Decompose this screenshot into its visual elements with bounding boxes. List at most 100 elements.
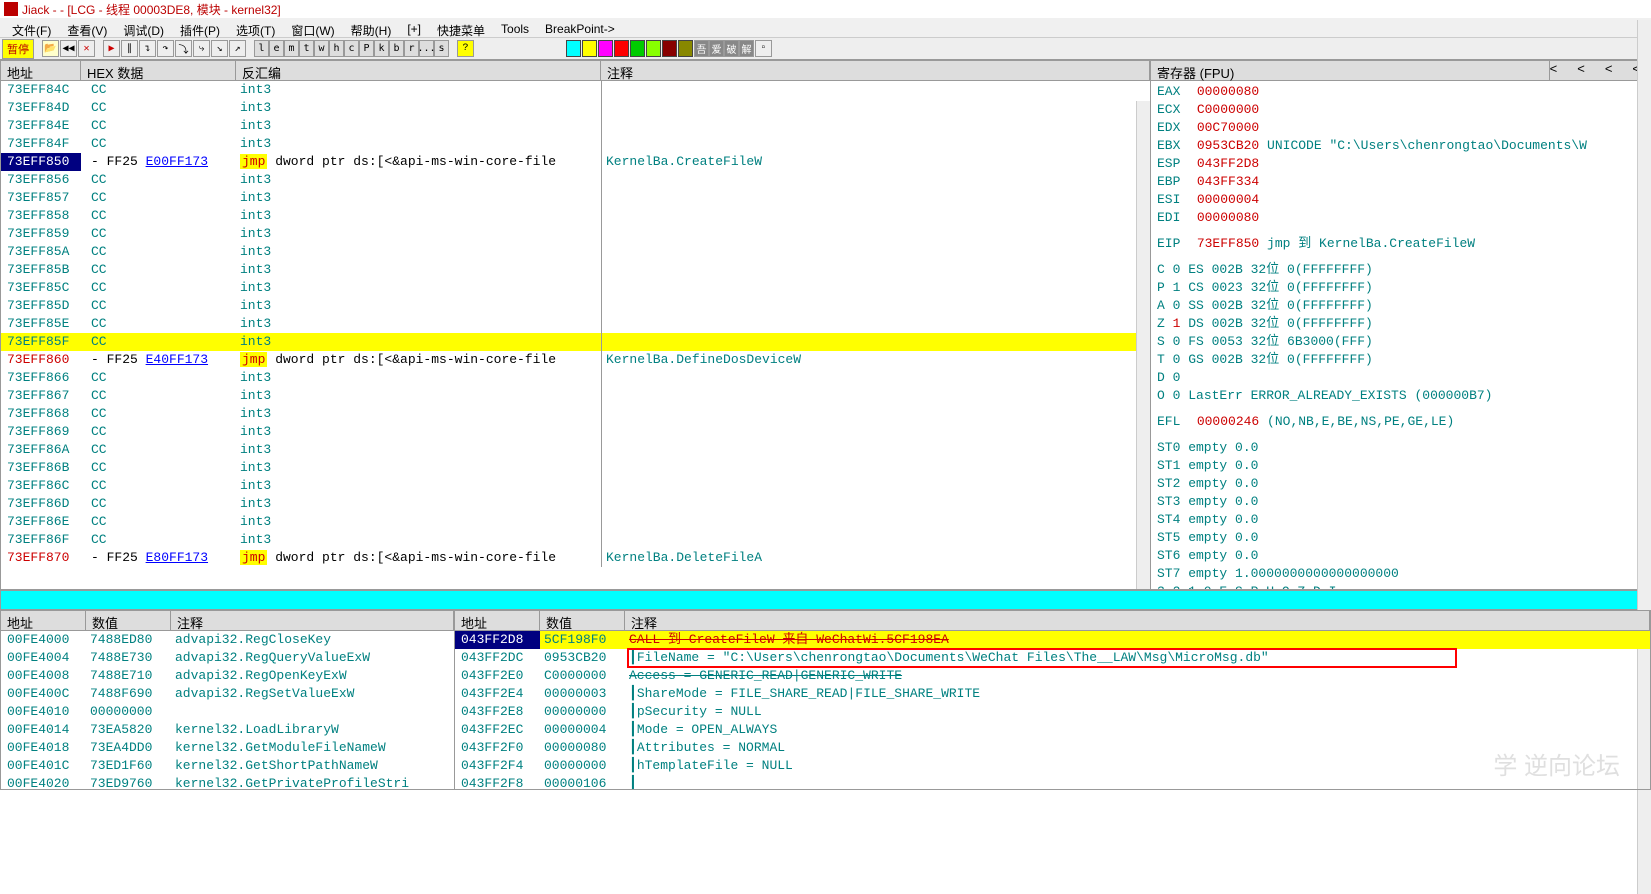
cpu-row[interactable]: 73EFF858 CCint3 xyxy=(1,207,1150,225)
fpu-st7[interactable]: ST7 empty 1.0000000000000000000 xyxy=(1157,565,1644,583)
reg-ebp[interactable]: EBP 043FF334 xyxy=(1157,173,1644,191)
trace-into-icon[interactable]: ⤵ xyxy=(175,40,192,57)
cpu-row[interactable]: 73EFF867 CCint3 xyxy=(1,387,1150,405)
stack-row[interactable]: 043FF2EC00000004┃Mode = OPEN_ALWAYS xyxy=(455,721,1650,739)
fpu-st2[interactable]: ST2 empty 0.0 xyxy=(1157,475,1644,493)
stack-body[interactable]: 043FF2D85CF198F0CALL 到 CreateFileW 来自 We… xyxy=(455,631,1650,789)
reg-ebx[interactable]: EBX 0953CB20 UNICODE "C:\Users\chenrongt… xyxy=(1157,137,1644,155)
cpu-col-hex[interactable]: HEX 数据 xyxy=(81,61,236,80)
stack-col-addr[interactable]: 地址 xyxy=(455,611,540,630)
dump-col-cmt[interactable]: 注释 xyxy=(171,611,454,630)
window-btn-...[interactable]: ... xyxy=(419,40,434,57)
scrollbar[interactable] xyxy=(1136,101,1150,589)
window-btn-b[interactable]: b xyxy=(389,40,404,57)
menu-item-9[interactable]: Tools xyxy=(493,20,537,35)
reg-edx[interactable]: EDX 00C70000 xyxy=(1157,119,1644,137)
step-into-icon[interactable]: ↴ xyxy=(139,40,156,57)
stack-col-cmt[interactable]: 注释 xyxy=(625,611,1650,630)
cpu-row[interactable]: 73EFF86C CCint3 xyxy=(1,477,1150,495)
window-btn-w[interactable]: w xyxy=(314,40,329,57)
dump-row[interactable]: 00FE400C7488F690advapi32.RegSetValueExW xyxy=(1,685,454,703)
flag-D[interactable]: D 0 xyxy=(1157,369,1644,387)
dump-body[interactable]: 00FE40007488ED80advapi32.RegCloseKey 00FE… xyxy=(1,631,454,789)
fpu-st1[interactable]: ST1 empty 0.0 xyxy=(1157,457,1644,475)
stack-row[interactable]: 043FF2F800000106┃ xyxy=(455,775,1650,789)
cpu-body[interactable]: 73EFF84C CCint373EFF84D CCint373EFF84E C… xyxy=(1,81,1150,589)
cpu-col-addr[interactable]: 地址 xyxy=(1,61,81,80)
cpu-col-cmt[interactable]: 注释 xyxy=(601,61,1150,80)
flag-S[interactable]: S 0 FS 0053 32位 6B3000(FFF) xyxy=(1157,333,1644,351)
dump-row[interactable]: 00FE40007488ED80advapi32.RegCloseKey xyxy=(1,631,454,649)
fpu-st3[interactable]: ST3 empty 0.0 xyxy=(1157,493,1644,511)
step-out-icon[interactable]: ↗ xyxy=(229,40,246,57)
color-cyan-icon[interactable] xyxy=(566,40,581,57)
reg-eip[interactable]: EIP 73EFF850 jmp 到 KernelBa.CreateFileW xyxy=(1157,235,1644,253)
cpu-row[interactable]: 73EFF856 CCint3 xyxy=(1,171,1150,189)
cpu-row[interactable]: 73EFF868 CCint3 xyxy=(1,405,1150,423)
stack-row[interactable]: 043FF2E0C0000000Access = GENERIC_READ|GE… xyxy=(455,667,1650,685)
cpu-row[interactable]: 73EFF85F CCint3 xyxy=(1,333,1150,351)
cpu-row[interactable]: 73EFF870- FF25 E80FF173jmp dword ptr ds:… xyxy=(1,549,1150,567)
cpu-row[interactable]: 73EFF85B CCint3 xyxy=(1,261,1150,279)
cpu-row[interactable]: 73EFF869 CCint3 xyxy=(1,423,1150,441)
menu-item-5[interactable]: 窗口(W) xyxy=(283,20,342,35)
ch-btn-1[interactable]: 爱 xyxy=(709,40,724,57)
color-green-icon[interactable] xyxy=(630,40,645,57)
stack-col-val[interactable]: 数值 xyxy=(540,611,625,630)
cpu-row[interactable]: 73EFF866 CCint3 xyxy=(1,369,1150,387)
color-red-icon[interactable] xyxy=(614,40,629,57)
window-btn-l[interactable]: l xyxy=(254,40,269,57)
menu-item-7[interactable]: [+] xyxy=(399,20,429,35)
fpu-st0[interactable]: ST0 empty 0.0 xyxy=(1157,439,1644,457)
nav-left-icon[interactable]: < xyxy=(1550,61,1558,80)
window-btn-s[interactable]: s xyxy=(434,40,449,57)
pause-icon[interactable]: ∥ xyxy=(121,40,138,57)
ch-btn-3[interactable]: 解 xyxy=(739,40,754,57)
reg-eax[interactable]: EAX 00000080 xyxy=(1157,83,1644,101)
stack-row[interactable]: 043FF2D85CF198F0CALL 到 CreateFileW 来自 We… xyxy=(455,631,1650,649)
stack-row[interactable]: 043FF2DC0953CB20┃FileName = "C:\Users\ch… xyxy=(455,649,1650,667)
square-icon[interactable]: ▫ xyxy=(755,40,772,57)
window-btn-h[interactable]: h xyxy=(329,40,344,57)
window-btn-m[interactable]: m xyxy=(284,40,299,57)
cpu-row[interactable]: 73EFF859 CCint3 xyxy=(1,225,1150,243)
ch-btn-2[interactable]: 破 xyxy=(724,40,739,57)
cpu-row[interactable]: 73EFF86D CCint3 xyxy=(1,495,1150,513)
fpu-st4[interactable]: ST4 empty 0.0 xyxy=(1157,511,1644,529)
dump-row[interactable]: 00FE401000000000 xyxy=(1,703,454,721)
color-yellow-icon[interactable] xyxy=(582,40,597,57)
menu-item-10[interactable]: BreakPoint-> xyxy=(537,20,623,35)
reg-body[interactable]: EAX 00000080 ECX C0000000 EDX 00C70000 E… xyxy=(1151,81,1650,589)
flag-O[interactable]: O 0 LastErr ERROR_ALREADY_EXISTS (000000… xyxy=(1157,387,1644,405)
cpu-row[interactable]: 73EFF86B CCint3 xyxy=(1,459,1150,477)
menu-item-0[interactable]: 文件(F) xyxy=(4,20,59,35)
cpu-row[interactable]: 73EFF86F CCint3 xyxy=(1,531,1150,549)
menu-item-8[interactable]: 快捷菜单 xyxy=(429,20,493,35)
open-icon[interactable]: 📂 xyxy=(42,40,59,57)
dump-col-addr[interactable]: 地址 xyxy=(1,611,86,630)
window-btn-k[interactable]: k xyxy=(374,40,389,57)
stack-row[interactable]: 043FF2F400000000┃hTemplateFile = NULL xyxy=(455,757,1650,775)
cpu-row[interactable]: 73EFF860- FF25 E40FF173jmp dword ptr ds:… xyxy=(1,351,1150,369)
flag-P[interactable]: P 1 CS 0023 32位 0(FFFFFFFF) xyxy=(1157,279,1644,297)
stack-row[interactable]: 043FF2E800000000┃pSecurity = NULL xyxy=(455,703,1650,721)
window-btn-e[interactable]: e xyxy=(269,40,284,57)
cpu-row[interactable]: 73EFF86E CCint3 xyxy=(1,513,1150,531)
menu-item-1[interactable]: 查看(V) xyxy=(59,20,115,35)
reg-esp[interactable]: ESP 043FF2D8 xyxy=(1157,155,1644,173)
reg-esi[interactable]: ESI 00000004 xyxy=(1157,191,1644,209)
window-btn-t[interactable]: t xyxy=(299,40,314,57)
menu-item-4[interactable]: 选项(T) xyxy=(228,20,283,35)
dump-row[interactable]: 00FE402073ED9760kernel32.GetPrivateProfi… xyxy=(1,775,454,789)
flag-C[interactable]: C 0 ES 002B 32位 0(FFFFFFFF) xyxy=(1157,261,1644,279)
color-olive-icon[interactable] xyxy=(678,40,693,57)
help-icon[interactable]: ? xyxy=(457,40,474,57)
step-over-icon[interactable]: ↷ xyxy=(157,40,174,57)
nav-left3-icon[interactable]: < xyxy=(1605,61,1613,80)
trace-over-icon[interactable]: ⤷ xyxy=(193,40,210,57)
window-btn-c[interactable]: c xyxy=(344,40,359,57)
dump-row[interactable]: 00FE401C73ED1F60kernel32.GetShortPathNam… xyxy=(1,757,454,775)
cpu-row[interactable]: 73EFF857 CCint3 xyxy=(1,189,1150,207)
reg-ecx[interactable]: ECX C0000000 xyxy=(1157,101,1644,119)
color-lime-icon[interactable] xyxy=(646,40,661,57)
